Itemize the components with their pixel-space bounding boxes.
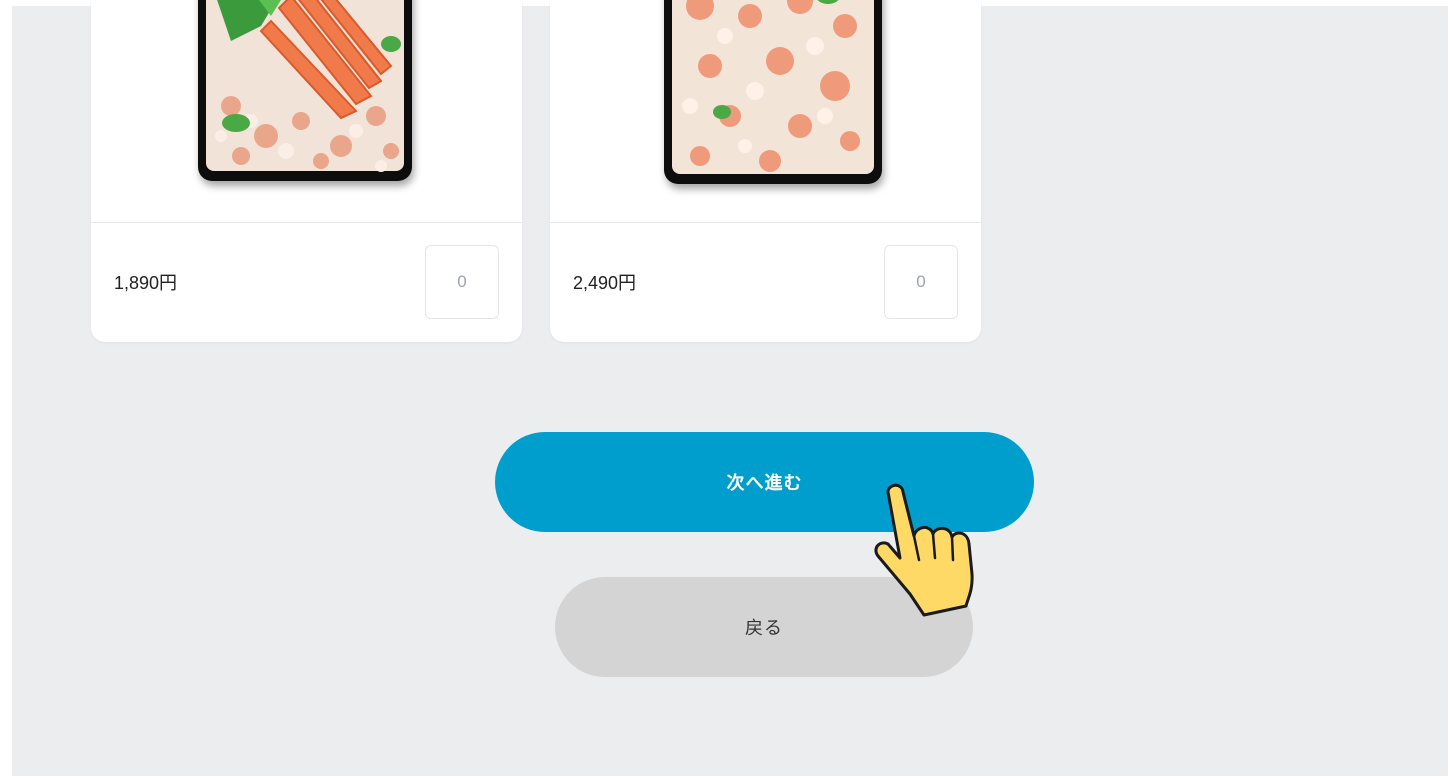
product-image	[91, 0, 522, 222]
product-price: 2,490円	[573, 273, 637, 293]
next-button-label: 次へ進む	[726, 473, 803, 494]
crab-meat-bento-image	[664, 0, 882, 184]
card-divider	[91, 222, 522, 223]
product-card: 1,890円 0	[91, 0, 522, 342]
back-button-label: 戻る	[745, 618, 783, 639]
product-image	[550, 0, 981, 222]
page-background: 1,890円 0 2,490円 0 次へ進む 戻る	[12, 0, 1448, 776]
quantity-input[interactable]: 0	[425, 245, 499, 319]
product-card: 2,490円 0	[550, 0, 981, 342]
card-divider	[550, 222, 981, 223]
crab-leg-bento-image	[198, 0, 412, 181]
product-price: 1,890円	[114, 273, 178, 293]
pointing-hand-icon	[874, 483, 974, 617]
quantity-input[interactable]: 0	[884, 245, 958, 319]
